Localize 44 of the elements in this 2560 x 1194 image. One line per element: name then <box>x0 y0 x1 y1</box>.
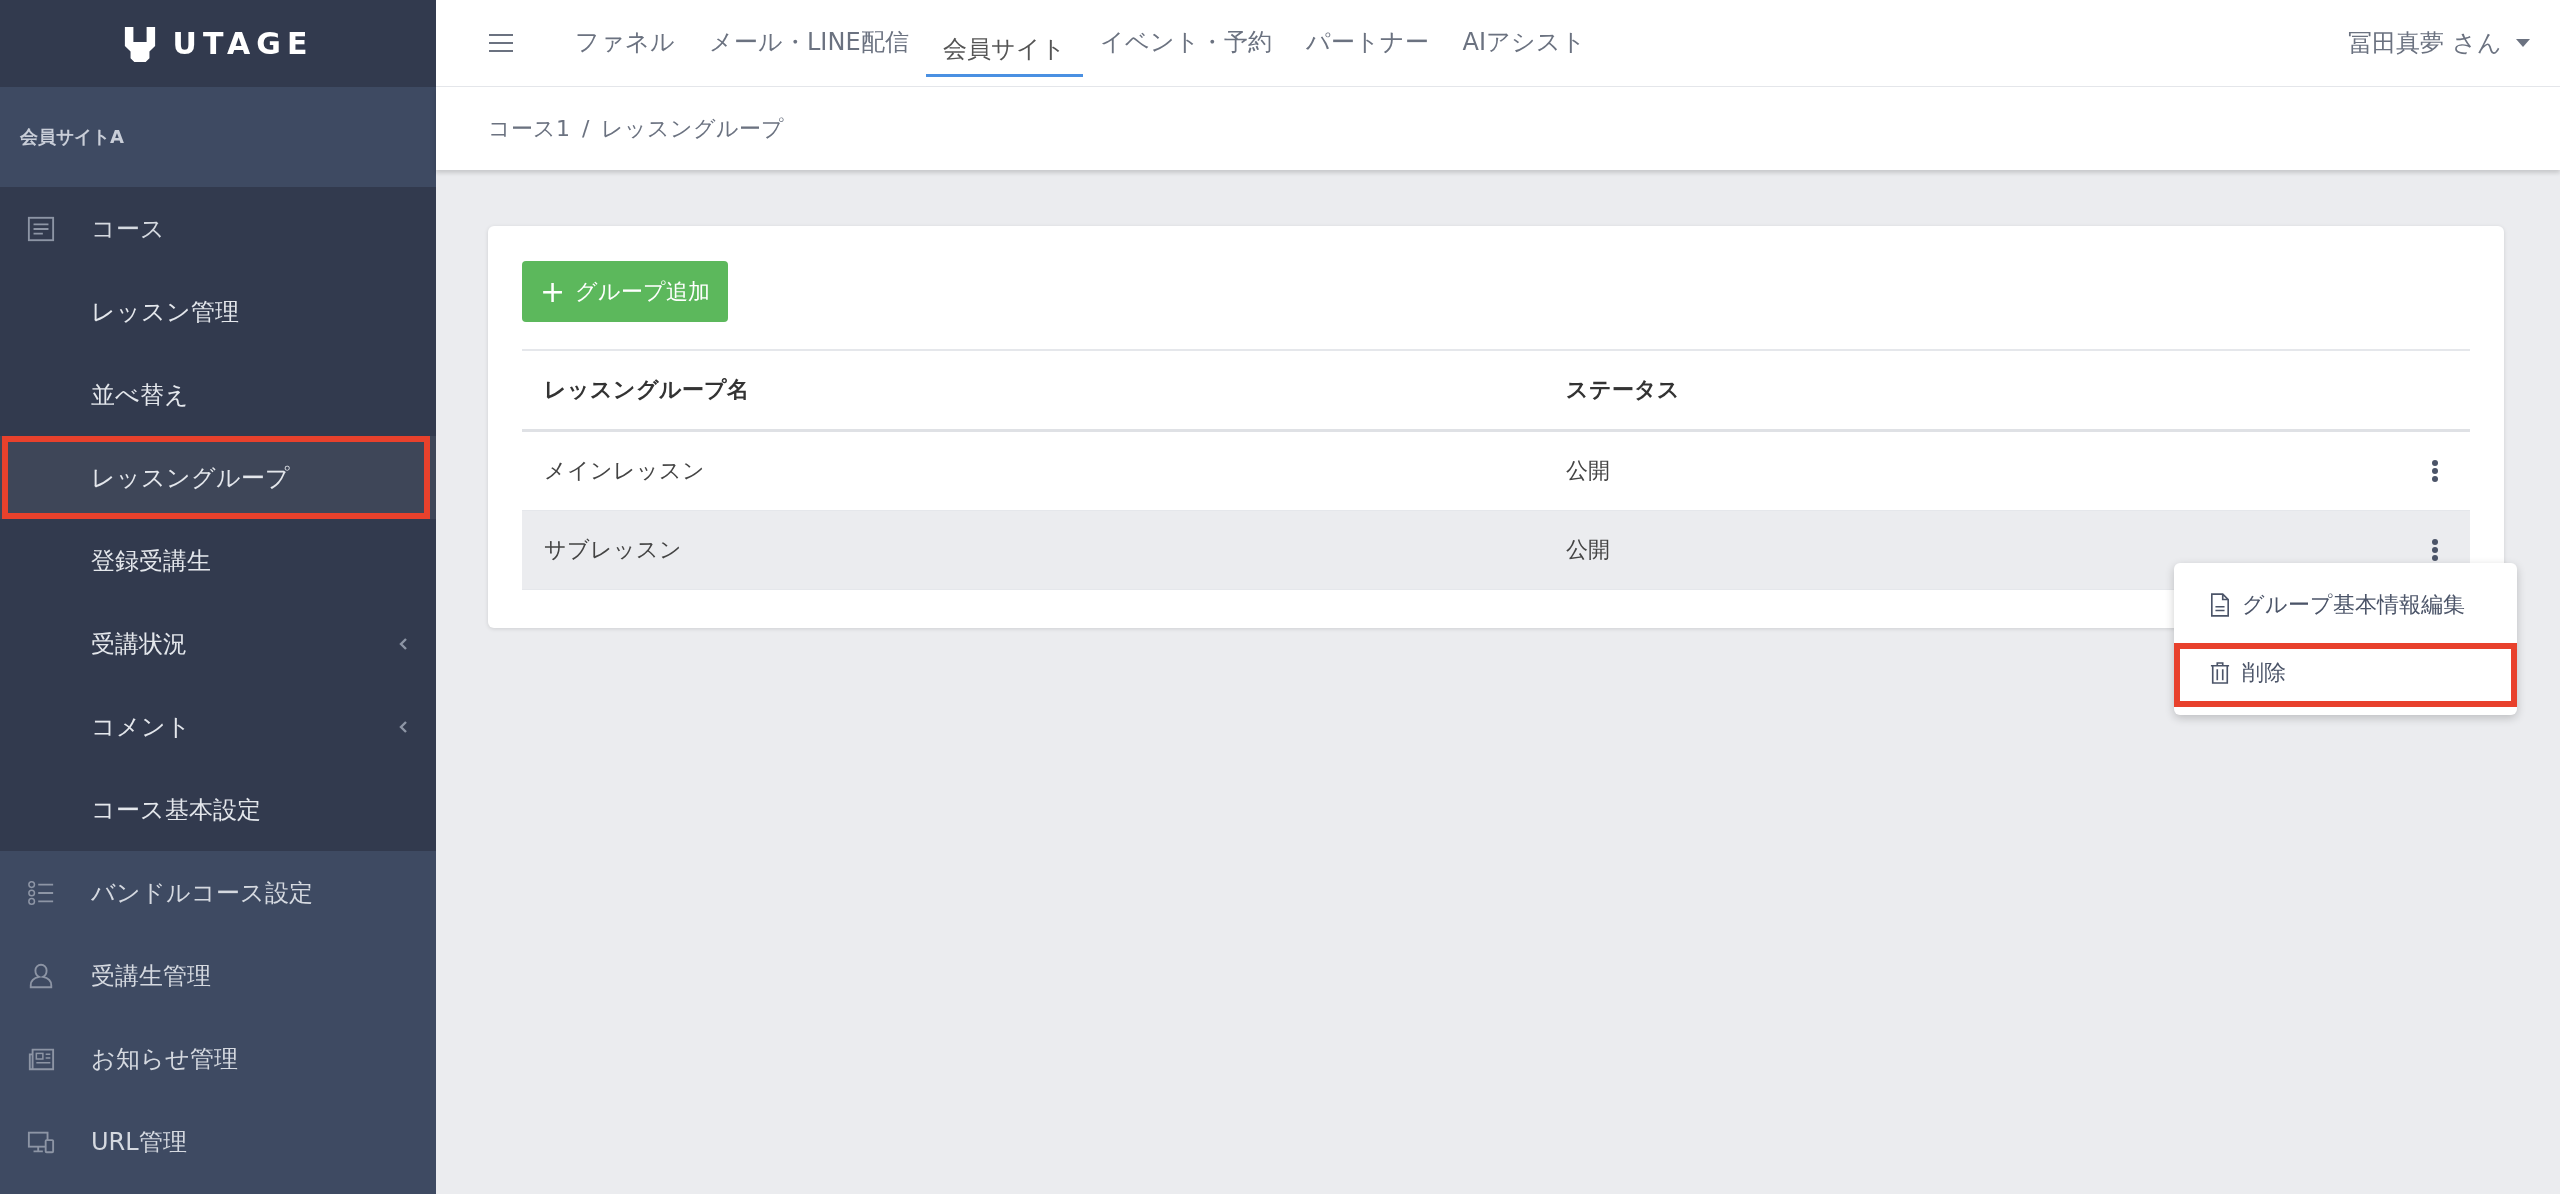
table-cell-text: サブレッスン <box>543 536 683 564</box>
document-icon <box>2210 592 2230 618</box>
kebab-menu-icon[interactable] <box>2431 538 2439 562</box>
table-cell-text: 公開 <box>1565 457 1611 485</box>
breadcrumb-item[interactable]: コース1 <box>488 113 570 144</box>
table-cell-text: 公開 <box>1565 536 1611 564</box>
table-cell-text: メインレッスン <box>543 457 706 485</box>
document-icon <box>27 214 55 243</box>
nav-tab[interactable]: 会員サイト <box>925 32 1083 77</box>
list-icon <box>27 878 55 907</box>
sidebar-subitem[interactable]: コース基本設定 <box>0 768 436 851</box>
chevron-left-icon <box>398 636 408 651</box>
logo-text: UTAGE <box>172 26 314 61</box>
menu-icon[interactable] <box>488 33 514 53</box>
nav-tab[interactable]: ファネル <box>558 0 692 86</box>
user-menu[interactable]: 冨田真夢 さん <box>2348 27 2502 59</box>
caret-down-icon[interactable] <box>2516 39 2530 47</box>
sidebar-item[interactable]: URL管理 <box>0 1100 436 1183</box>
kebab-menu-icon[interactable] <box>2431 459 2439 483</box>
trash-icon <box>2210 660 2230 686</box>
menu-item[interactable]: 削除 <box>2174 639 2517 707</box>
breadcrumb-item: レッスングループ <box>601 114 785 143</box>
nav-tab[interactable]: パートナー <box>1288 0 1446 86</box>
logo-icon <box>122 24 157 63</box>
sidebar-item[interactable]: お知らせ管理 <box>0 1017 436 1100</box>
column-header: レッスングループ名 <box>543 376 750 404</box>
sidebar-subitem[interactable]: レッスングループ <box>0 436 436 519</box>
sidebar-subitem[interactable]: 受講状況 <box>0 602 436 685</box>
sidebar-item[interactable]: バンドルコース設定 <box>0 851 436 934</box>
nav-tab[interactable]: メール・LINE配信 <box>692 0 926 86</box>
table-row[interactable]: サブレッスン 公開 <box>522 511 2470 590</box>
sidebar-subitem[interactable]: 登録受講生 <box>0 519 436 602</box>
column-header: ステータス <box>1565 376 1681 404</box>
section-label: 会員サイトA <box>19 125 125 149</box>
breadcrumb-separator: / <box>582 116 590 141</box>
nav-tab[interactable]: AIアシスト <box>1445 0 1604 86</box>
sidebar-subitem[interactable]: レッスン管理 <box>0 270 436 353</box>
sidebar-item[interactable]: コース <box>0 187 436 270</box>
nav-tab[interactable]: イベント・予約 <box>1082 0 1289 86</box>
sidebar-subitem[interactable]: 並べ替え <box>0 353 436 436</box>
user-icon <box>27 961 55 990</box>
chevron-left-icon <box>398 719 408 734</box>
sidebar-subitem[interactable]: コメント <box>0 685 436 768</box>
sidebar-item[interactable]: 受講生管理 <box>0 934 436 1017</box>
